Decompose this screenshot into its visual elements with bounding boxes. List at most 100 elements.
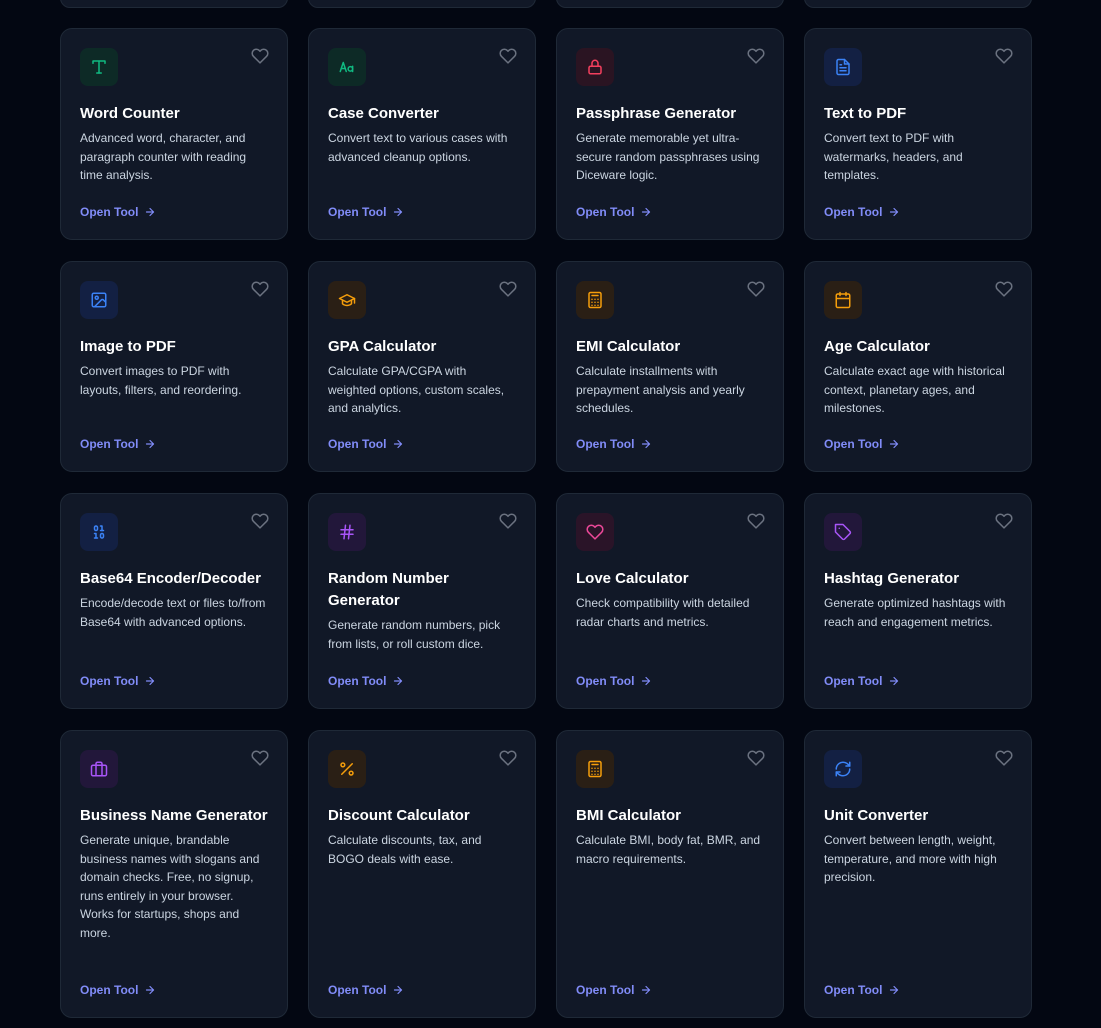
tool-title: Base64 Encoder/Decoder — [80, 570, 261, 587]
tool-card[interactable]: Word Counter Advanced word, character, an… — [60, 28, 288, 240]
tool-card[interactable]: Text to PDF Convert text to PDF with wate… — [804, 28, 1032, 240]
favorite-heart-icon[interactable] — [251, 749, 269, 767]
tool-icon-badge — [824, 48, 862, 86]
favorite-heart-icon[interactable] — [499, 280, 517, 298]
favorite-heart-icon[interactable] — [747, 512, 765, 530]
tool-card[interactable]: Discount Calculator Calculate discounts, … — [308, 730, 536, 1018]
tool-card[interactable]: EMI Calculator Calculate installments wit… — [556, 261, 784, 472]
favorite-heart-icon[interactable] — [499, 47, 517, 65]
open-tool-link[interactable]: Open Tool — [576, 674, 652, 688]
tool-card[interactable]: Random Number Generator Generate random n… — [308, 493, 536, 709]
favorite-heart-icon[interactable] — [251, 512, 269, 530]
favorite-heart-icon[interactable] — [995, 512, 1013, 530]
tool-title: Hashtag Generator — [824, 570, 960, 587]
arrow-right-icon — [394, 439, 403, 449]
open-tool-link[interactable]: Open Tool — [824, 983, 900, 997]
tool-description: Generate random numbers, pick from lists… — [328, 618, 501, 651]
tool-title: Text to PDF — [824, 105, 907, 122]
open-tool-label: Open Tool — [80, 205, 139, 219]
open-tool-link[interactable]: Open Tool — [328, 205, 404, 219]
tool-description: Encode/decode text or files to/from Base… — [80, 596, 266, 629]
open-tool-label: Open Tool — [328, 983, 387, 997]
arrow-right-icon — [146, 439, 155, 449]
calculator-icon — [588, 760, 602, 778]
tool-icon-badge — [80, 513, 118, 551]
open-tool-label: Open Tool — [576, 983, 635, 997]
open-tool-link[interactable]: Open Tool — [576, 437, 652, 451]
tool-title: Case Converter — [328, 105, 439, 122]
open-tool-link[interactable]: Open Tool — [80, 437, 156, 451]
file-text-icon — [836, 58, 850, 76]
arrow-right-icon — [642, 207, 651, 217]
tool-title: Discount Calculator — [328, 807, 470, 824]
open-tool-label: Open Tool — [576, 205, 635, 219]
tool-description: Convert text to PDF with watermarks, hea… — [824, 131, 963, 182]
tool-card[interactable]: Hashtag Generator Generate optimized hash… — [804, 493, 1032, 709]
tool-icon-badge — [80, 48, 118, 86]
tool-card[interactable]: GPA Calculator Calculate GPA/CGPA with we… — [308, 261, 536, 472]
tool-card[interactable]: Image to PDF Convert images to PDF with l… — [60, 261, 288, 472]
heart-icon — [586, 524, 604, 540]
tool-description: Check compatibility with detailed radar … — [576, 596, 750, 629]
tool-icon-badge — [80, 750, 118, 788]
favorite-heart-icon[interactable] — [995, 47, 1013, 65]
open-tool-link[interactable]: Open Tool — [576, 205, 652, 219]
arrow-right-icon — [146, 985, 155, 995]
open-tool-link[interactable]: Open Tool — [824, 205, 900, 219]
tool-card[interactable]: Business Name Generator Generate unique, … — [60, 730, 288, 1018]
arrow-right-icon — [642, 439, 651, 449]
open-tool-link[interactable]: Open Tool — [328, 983, 404, 997]
arrow-right-icon — [890, 439, 899, 449]
tool-title: Love Calculator — [576, 570, 689, 587]
tool-description: Calculate installments with prepayment a… — [576, 364, 745, 415]
calendar-icon — [835, 291, 851, 309]
tool-title: EMI Calculator — [576, 338, 681, 355]
tool-title: Passphrase Generator — [576, 105, 737, 122]
open-tool-link[interactable]: Open Tool — [80, 983, 156, 997]
open-tool-label: Open Tool — [576, 674, 635, 688]
arrow-right-icon — [890, 207, 899, 217]
arrow-right-icon — [146, 207, 155, 217]
calculator-icon — [588, 291, 602, 309]
tool-card[interactable]: Case Converter Convert text to various ca… — [308, 28, 536, 240]
favorite-heart-icon[interactable] — [251, 280, 269, 298]
tool-icon-badge — [328, 750, 366, 788]
open-tool-link[interactable]: Open Tool — [80, 205, 156, 219]
favorite-heart-icon[interactable] — [747, 280, 765, 298]
favorite-heart-icon[interactable] — [747, 749, 765, 767]
tool-card[interactable]: BMI Calculator Calculate BMI, body fat, B… — [556, 730, 784, 1018]
tool-card[interactable]: Passphrase Generator Generate memorable y… — [556, 28, 784, 240]
tool-title: Random Number Generator — [328, 570, 449, 609]
refresh-icon — [835, 761, 851, 777]
tool-icon-badge — [328, 513, 366, 551]
favorite-heart-icon[interactable] — [499, 512, 517, 530]
tool-card[interactable]: Unit Converter Convert between length, we… — [804, 730, 1032, 1018]
tool-card[interactable]: Base64 Encoder/Decoder Encode/decode text… — [60, 493, 288, 709]
tool-card[interactable]: Love Calculator Check compatibility with … — [556, 493, 784, 709]
tool-icon-badge — [576, 48, 614, 86]
open-tool-link[interactable]: Open Tool — [576, 983, 652, 997]
open-tool-label: Open Tool — [80, 674, 139, 688]
tool-card[interactable]: Age Calculator Calculate exact age with h… — [804, 261, 1032, 472]
tool-icon-badge — [328, 281, 366, 319]
arrow-right-icon — [394, 985, 403, 995]
favorite-heart-icon[interactable] — [747, 47, 765, 65]
open-tool-link[interactable]: Open Tool — [824, 437, 900, 451]
open-tool-link[interactable]: Open Tool — [80, 674, 156, 688]
open-tool-label: Open Tool — [824, 437, 883, 451]
card-partial — [308, 0, 536, 8]
favorite-heart-icon[interactable] — [499, 749, 517, 767]
open-tool-link[interactable]: Open Tool — [328, 437, 404, 451]
open-tool-link[interactable]: Open Tool — [824, 674, 900, 688]
tool-description: Calculate GPA/CGPA with weighted options… — [328, 364, 505, 415]
tool-description: Calculate BMI, body fat, BMR, and macro … — [576, 833, 761, 866]
tool-description: Convert text to various cases with advan… — [328, 131, 508, 164]
open-tool-link[interactable]: Open Tool — [328, 674, 404, 688]
favorite-heart-icon[interactable] — [995, 280, 1013, 298]
arrow-right-icon — [642, 985, 651, 995]
open-tool-label: Open Tool — [328, 205, 387, 219]
favorite-heart-icon[interactable] — [995, 749, 1013, 767]
favorite-heart-icon[interactable] — [251, 47, 269, 65]
card-partial — [556, 0, 784, 8]
tag-icon — [834, 523, 852, 541]
